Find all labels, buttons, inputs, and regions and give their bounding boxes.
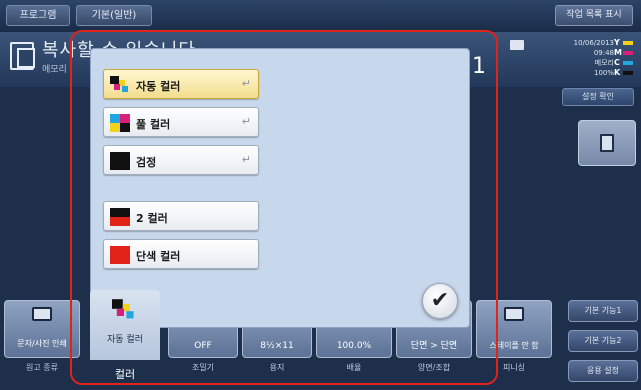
toner-k: K	[614, 68, 634, 78]
toner-m: M	[614, 48, 634, 58]
tab-color[interactable]: 자동 컬러	[90, 290, 160, 360]
basic-function-1-button[interactable]: 기본 기능1	[568, 300, 638, 322]
toner-bar-icon	[623, 71, 633, 75]
full-color-icon	[110, 114, 130, 132]
black-swatch-icon	[110, 152, 130, 170]
tab-finishing[interactable]: 스테이플 안 함	[476, 300, 552, 358]
application-settings-button[interactable]: 응용 설정	[568, 360, 638, 382]
label-paper: 용지	[269, 363, 285, 372]
staple-icon	[504, 307, 524, 321]
option-black[interactable]: 검정 ↵	[103, 145, 259, 175]
device-info: 10/06/2013 09:48 메모리 100% Y M C K	[548, 38, 636, 84]
tray-icon	[510, 40, 524, 50]
top-bar: 프로그램 기본(일반) 작업 목록 표시	[0, 0, 641, 32]
job-list-button[interactable]: 작업 목록 표시	[555, 5, 633, 26]
option-single-color[interactable]: 단색 컬러	[103, 239, 259, 269]
color-select-dialog: 자동 컬러 ↵ 풀 컬러 ↵ 검정 ↵ 2 컬러 단색 컬러 ✔	[90, 48, 470, 328]
copy-icon	[10, 42, 35, 70]
enter-icon: ↵	[241, 115, 251, 128]
label-duplex: 양면/조합	[417, 363, 451, 372]
toner-bar-icon	[623, 51, 633, 55]
tab-basic[interactable]: 기본(일반)	[76, 5, 152, 26]
toner-y: Y	[614, 38, 634, 48]
label-original-type: 원고 종류	[26, 363, 58, 372]
option-full-color[interactable]: 풀 컬러 ↵	[103, 107, 259, 137]
two-color-icon	[110, 208, 130, 226]
document-icon	[32, 307, 52, 321]
option-two-color[interactable]: 2 컬러	[103, 201, 259, 231]
label-finishing: 피니싱	[502, 363, 526, 372]
enter-icon: ↵	[241, 77, 251, 90]
toner-bar-icon	[623, 41, 633, 45]
auto-color-icon	[110, 76, 128, 92]
auto-color-icon	[112, 299, 134, 319]
enter-icon: ↵	[241, 153, 251, 166]
basic-function-2-button[interactable]: 기본 기능2	[568, 330, 638, 352]
toner-bar-icon	[623, 61, 633, 65]
tab-original-type[interactable]: 문자/사진 인쇄	[4, 300, 80, 358]
single-color-swatch-icon	[110, 246, 130, 264]
toner-c: C	[614, 58, 634, 68]
label-density: 조밀기	[191, 363, 215, 372]
document-icon	[600, 134, 614, 152]
ok-check-button[interactable]: ✔	[422, 283, 458, 319]
document-preview-button[interactable]	[578, 120, 636, 166]
memory-label: 메모리	[42, 65, 67, 75]
label-zoom: 배율	[346, 363, 362, 372]
tab-program[interactable]: 프로그램	[6, 5, 70, 26]
confirm-settings-button[interactable]: 설정 확인	[562, 88, 634, 106]
label-color: 컬러	[114, 368, 136, 381]
option-auto-color[interactable]: 자동 컬러 ↵	[103, 69, 259, 99]
